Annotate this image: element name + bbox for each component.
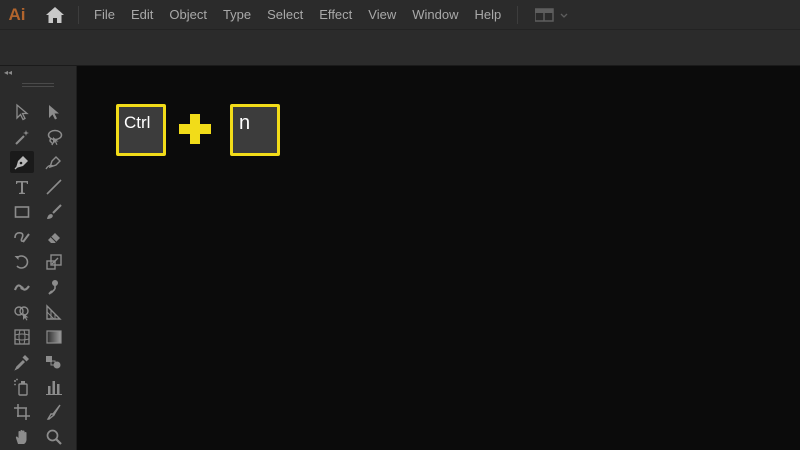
symbol-sprayer-tool[interactable] bbox=[10, 376, 34, 398]
rectangle-tool-icon bbox=[14, 206, 30, 218]
eraser-tool[interactable] bbox=[42, 226, 66, 248]
arrange-documents-icon bbox=[535, 7, 568, 22]
menu-effect[interactable]: Effect bbox=[311, 0, 360, 29]
shaper-tool[interactable] bbox=[10, 226, 34, 248]
selection-tool[interactable] bbox=[10, 101, 34, 123]
width-tool-icon bbox=[13, 284, 30, 291]
magic-wand-tool-icon bbox=[15, 130, 29, 145]
paintbrush-tool-icon bbox=[47, 204, 62, 219]
rotate-tool-icon bbox=[14, 255, 29, 269]
rectangle-tool[interactable] bbox=[10, 201, 34, 223]
slice-tool-icon bbox=[46, 404, 61, 420]
eyedropper-tool[interactable] bbox=[10, 351, 34, 373]
scale-tool-icon bbox=[46, 254, 62, 270]
collapse-panel-button[interactable]: ◂◂ bbox=[4, 69, 12, 77]
puppet-warp-tool-icon bbox=[48, 280, 58, 295]
control-bar bbox=[0, 29, 800, 66]
type-tool[interactable] bbox=[10, 176, 34, 198]
gradient-tool-icon bbox=[46, 330, 62, 344]
zoom-tool[interactable] bbox=[42, 426, 66, 448]
magic-wand-tool[interactable] bbox=[10, 126, 34, 148]
shaper-tool-icon bbox=[14, 232, 30, 243]
artboard-tool-icon bbox=[14, 404, 30, 420]
gradient-tool[interactable] bbox=[42, 326, 66, 348]
line-segment-tool[interactable] bbox=[42, 176, 66, 198]
tools-panel: ◂◂ bbox=[0, 66, 77, 450]
pen-tool[interactable] bbox=[10, 151, 34, 173]
blend-tool-icon bbox=[46, 356, 61, 369]
curvature-tool[interactable] bbox=[42, 151, 66, 173]
mesh-tool[interactable] bbox=[10, 326, 34, 348]
lasso-tool[interactable] bbox=[42, 126, 66, 148]
hand-tool[interactable] bbox=[10, 426, 34, 448]
arrange-documents-button[interactable] bbox=[535, 0, 569, 29]
menu-object[interactable]: Object bbox=[161, 0, 215, 29]
menu-help[interactable]: Help bbox=[466, 0, 509, 29]
curvature-tool-icon bbox=[45, 156, 61, 170]
pen-tool-icon bbox=[14, 156, 28, 170]
scale-tool[interactable] bbox=[42, 251, 66, 273]
lasso-tool-icon bbox=[47, 129, 63, 146]
symbol-sprayer-tool-icon bbox=[14, 378, 28, 396]
menu-view[interactable]: View bbox=[360, 0, 404, 29]
direct-selection-tool-icon bbox=[49, 105, 59, 120]
menu-select[interactable]: Select bbox=[259, 0, 311, 29]
shape-builder-tool-icon bbox=[14, 306, 29, 321]
type-tool-icon bbox=[16, 181, 28, 194]
menu-bar: Ai File Edit Object Type Select Effect V… bbox=[0, 0, 800, 29]
panel-grip[interactable] bbox=[22, 83, 54, 87]
perspective-grid-tool-icon bbox=[46, 304, 62, 320]
menu-file[interactable]: File bbox=[86, 0, 123, 29]
column-graph-tool-icon bbox=[46, 381, 62, 395]
artboard-tool[interactable] bbox=[10, 401, 34, 423]
menu-separator bbox=[517, 5, 519, 24]
app-logo: Ai bbox=[8, 4, 26, 24]
mesh-tool-icon bbox=[14, 329, 30, 345]
eraser-tool-icon bbox=[48, 233, 60, 243]
hand-tool-icon bbox=[15, 430, 27, 444]
plus-icon bbox=[179, 114, 211, 144]
slice-tool[interactable] bbox=[42, 401, 66, 423]
direct-selection-tool[interactable] bbox=[42, 101, 66, 123]
column-graph-tool[interactable] bbox=[42, 376, 66, 398]
paintbrush-tool[interactable] bbox=[42, 201, 66, 223]
menu-edit[interactable]: Edit bbox=[123, 0, 161, 29]
menu-type[interactable]: Type bbox=[215, 0, 259, 29]
line-segment-tool-icon bbox=[46, 179, 62, 195]
zoom-tool-icon bbox=[46, 429, 62, 445]
menu-window[interactable]: Window bbox=[404, 0, 466, 29]
n-key: n bbox=[230, 104, 280, 156]
ctrl-key: Ctrl bbox=[116, 104, 166, 156]
menu-separator bbox=[78, 5, 79, 24]
perspective-grid-tool[interactable] bbox=[42, 301, 66, 323]
home-button[interactable] bbox=[40, 0, 70, 29]
width-tool[interactable] bbox=[10, 276, 34, 298]
blend-tool[interactable] bbox=[42, 351, 66, 373]
eyedropper-tool-icon bbox=[14, 355, 29, 371]
shape-builder-tool[interactable] bbox=[10, 301, 34, 323]
home-icon bbox=[46, 6, 64, 23]
selection-tool-icon bbox=[16, 103, 29, 121]
rotate-tool[interactable] bbox=[10, 251, 34, 273]
puppet-warp-tool[interactable] bbox=[42, 276, 66, 298]
